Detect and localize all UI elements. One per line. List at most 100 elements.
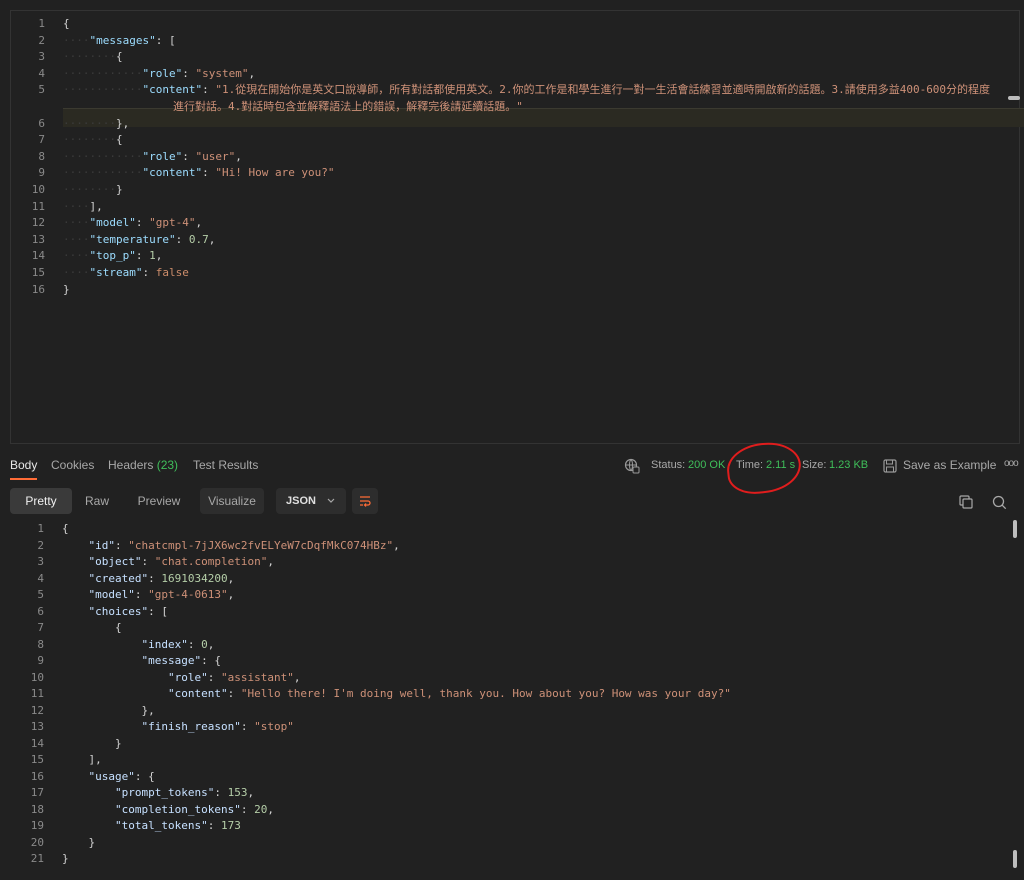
line-number: 3 <box>37 555 44 568</box>
code-token: { <box>62 621 122 634</box>
code-token: "user" <box>195 149 236 163</box>
code-text: ········}, <box>63 116 129 132</box>
code-token: "model" <box>89 216 136 230</box>
code-line: 8 ············"role": "user", <box>11 149 1019 165</box>
size-value[interactable]: 1.23 KB <box>829 459 868 471</box>
wrap-lines-icon <box>357 496 373 517</box>
code-token: , <box>393 538 400 552</box>
view-pretty-button[interactable]: Pretty <box>10 488 72 514</box>
globe-network-icon[interactable] <box>622 456 642 476</box>
code-token: : <box>202 83 216 97</box>
code-token: , <box>208 232 216 246</box>
response-scrollbar-end[interactable] <box>1013 850 1017 868</box>
code-token: ············ <box>63 83 143 97</box>
code-token: "message" <box>141 654 202 667</box>
line-number: 16 <box>31 282 45 296</box>
tab-test-results[interactable]: Test Results <box>193 458 258 472</box>
code-text: ············"content": "1.從現在開始你是英文口說導師，… <box>63 82 990 98</box>
tab-cookies[interactable]: Cookies <box>51 458 94 472</box>
code-token: "finish_reason" <box>141 720 241 733</box>
code-token: , <box>248 66 256 80</box>
code-token: : <box>240 720 255 733</box>
code-line: 12 ····"model": "gpt-4", <box>11 215 1019 231</box>
code-text: }, <box>62 703 154 719</box>
code-token: , <box>207 637 215 651</box>
code-token: : <box>214 786 228 799</box>
code-line: 6 ········}, <box>11 116 1019 132</box>
line-number: 12 <box>30 703 44 717</box>
copy-icon[interactable] <box>956 492 976 512</box>
code-line: 5 "model": "gpt-4-0613", <box>10 587 1018 603</box>
code-token: : <box>142 266 156 279</box>
code-text: ····], <box>63 199 103 215</box>
code-line: 10 ········} <box>11 182 1019 198</box>
code-token: : <box>227 687 241 700</box>
line-number: 18 <box>30 802 44 816</box>
wrap-lines-button[interactable] <box>352 488 378 514</box>
search-icon[interactable] <box>989 492 1009 512</box>
code-token: "content" <box>142 166 203 180</box>
code-line: 10 "role": "assistant", <box>10 670 1018 686</box>
code-token: "stop" <box>254 720 294 733</box>
view-raw-button[interactable]: Raw <box>78 488 116 514</box>
code-token: : [ <box>148 604 168 618</box>
format-select[interactable]: JSON <box>276 488 346 514</box>
save-as-example-button[interactable]: Save as Example <box>903 458 996 472</box>
code-token: } <box>62 835 96 849</box>
code-text: "index": 0, <box>62 637 214 653</box>
line-number: 4 <box>37 571 44 585</box>
code-token: : <box>141 555 155 568</box>
line-number: 13 <box>30 720 44 733</box>
request-body-editor[interactable]: 1{2 ····"messages": [3 ········{4 ·········… <box>10 10 1024 444</box>
code-line: 14 ····"top_p": 1, <box>11 248 1019 264</box>
code-token: "gpt-4" <box>149 216 196 230</box>
code-token: ···· <box>63 266 90 279</box>
more-options-icon[interactable]: ooo <box>1004 458 1019 469</box>
code-token: "system" <box>195 66 249 80</box>
code-token: : <box>134 588 149 601</box>
code-text: "finish_reason": "stop" <box>62 719 294 735</box>
code-token: ········ <box>63 183 116 196</box>
tab-body[interactable]: Body <box>10 458 37 472</box>
code-text: "model": "gpt-4-0613", <box>62 587 235 603</box>
code-token: { <box>63 17 70 30</box>
code-token: ], <box>62 753 102 766</box>
code-text: "prompt_tokens": 153, <box>62 785 254 801</box>
code-line: 18 "completion_tokens": 20, <box>10 802 1018 818</box>
save-icon[interactable] <box>880 456 900 476</box>
code-line: 15 ····"stream": false <box>11 265 1019 281</box>
response-scrollbar-thumb[interactable] <box>1013 520 1017 538</box>
line-number: 6 <box>37 604 44 618</box>
view-preview-button[interactable]: Preview <box>130 488 188 514</box>
request-scrollbar-thumb[interactable] <box>1008 96 1020 100</box>
code-line: 6 "choices": [ <box>10 604 1018 620</box>
code-token: "total_tokens" <box>114 819 208 832</box>
code-line: 21} <box>10 851 1018 867</box>
code-text: } <box>62 835 95 851</box>
view-visualize-button[interactable]: Visualize <box>200 488 264 514</box>
code-text: "content": "Hello there! I'm doing well,… <box>62 686 731 702</box>
code-line: 20 } <box>10 835 1018 851</box>
tab-headers[interactable]: Headers (23) <box>108 458 178 472</box>
code-token: 20 <box>254 802 268 816</box>
code-token: ···· <box>63 249 90 263</box>
line-number: 5 <box>37 588 44 601</box>
code-line: 7 { <box>10 620 1018 636</box>
line-number: 11 <box>30 687 44 700</box>
code-token: ···· <box>63 33 90 47</box>
code-token: , <box>267 802 274 816</box>
code-token: "1.從現在開始你是英文口說導師，所有對話都使用英文。2.你的工作是和學生進行一… <box>215 83 991 97</box>
line-number: 15 <box>31 266 45 279</box>
response-body-viewer[interactable]: 1{2 "id": "chatcmpl-7jJX6wc2fvELYeW7cDqf… <box>10 518 1020 874</box>
status-value[interactable]: 200 OK <box>688 459 725 471</box>
line-number: 6 <box>38 116 45 130</box>
code-text: ········{ <box>63 132 123 148</box>
code-text: } <box>62 736 122 752</box>
code-text: 進行對話。4.對話時包含並解釋語法上的錯誤，解釋完後請延續話題。" <box>173 99 523 115</box>
line-number: 10 <box>30 670 44 684</box>
code-token: "created" <box>88 571 149 585</box>
